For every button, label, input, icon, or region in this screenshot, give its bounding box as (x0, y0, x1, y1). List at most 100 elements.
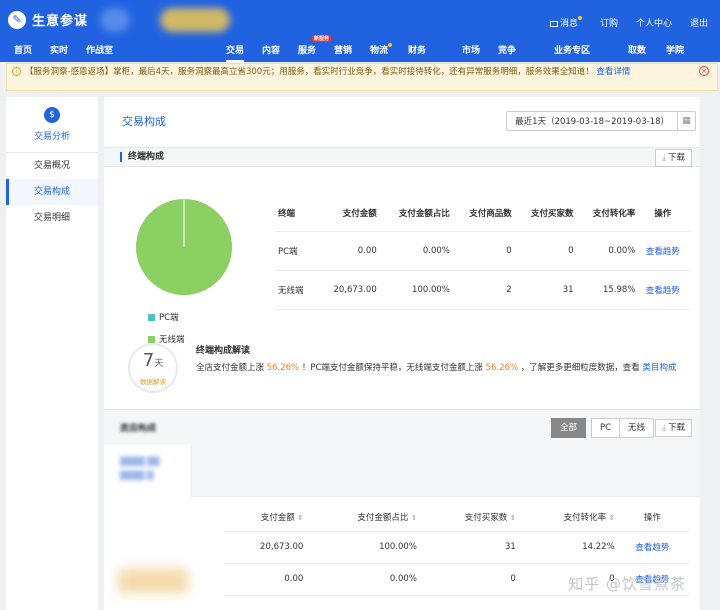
col-terminal: 终端 (276, 195, 318, 232)
close-icon[interactable]: × (699, 66, 709, 76)
sort-icon: ⇕ (608, 513, 615, 522)
sort-icon: ⇕ (509, 513, 516, 522)
col-conversion[interactable]: 支付转化率 ⇕ (521, 503, 621, 532)
col-pay-buyers: 支付买家数 (515, 195, 578, 232)
view-trend-link[interactable]: 查看趋势 (620, 531, 690, 564)
segment-all[interactable]: 全部 (550, 418, 586, 438)
cell-conversion: 0.00% (577, 231, 640, 271)
blurred-product-image (118, 569, 188, 593)
nav-trade[interactable]: 交易 (226, 43, 245, 62)
interpretation-title: 终端构成解读 (196, 346, 251, 356)
legend-pc-label: PC端 (159, 313, 179, 323)
cell-pay-amount: 20,673.00 (317, 270, 381, 310)
product-section-title: 类目构成 (120, 424, 157, 434)
top-bar: ✎ 生意参谋 消息 订购 个人中心 退出 首页 实时 作战室 交易 内容 服务新… (0, 0, 720, 62)
nav-logistics[interactable]: 物流 (370, 43, 393, 56)
legend-pc: PC端 (148, 311, 179, 323)
nav-academy[interactable]: 学院 (666, 43, 684, 56)
view-trend-link[interactable]: 查看趋势 (639, 270, 690, 310)
cell-terminal: 无线端 (276, 270, 318, 310)
date-range-text: 最近1天（2019-03-18~2019-03-18） (515, 117, 669, 127)
product-download-button[interactable]: ⤓ 下载 (655, 419, 692, 437)
interpretation-text: 全店支付金额上涨 56.26% ！PC端支付金额保持平稳，无线端支付金额上涨 5… (196, 363, 677, 373)
view-trend-link[interactable]: 查看趋势 (639, 231, 690, 271)
col-action: 操作 (639, 195, 690, 232)
logistics-dot (388, 43, 393, 47)
cell-pay-amount: 20,673.00 (224, 531, 310, 564)
col-action: 操作 (620, 503, 690, 532)
nav-battle-room[interactable]: 作战室 (86, 43, 113, 56)
col-conversion: 支付转化率 (577, 195, 640, 232)
pie-svg (136, 199, 232, 295)
nav-finance[interactable]: 财务 (408, 43, 426, 56)
terminal-download-button[interactable]: ⤓ 下载 (655, 149, 692, 167)
nav-content[interactable]: 内容 (262, 43, 280, 56)
download-icon: ⤓ (662, 423, 666, 433)
top-links: 消息 订购 个人中心 退出 (549, 16, 708, 29)
date-range-picker[interactable]: 最近1天（2019-03-18~2019-03-18） ▦ (506, 111, 696, 131)
terminal-table: 终端 支付金额 支付金额占比 支付商品数 支付买家数 支付转化率 操作 PC端 … (276, 195, 690, 310)
col-pay-items: 支付商品数 (453, 195, 516, 232)
personal-center-link[interactable]: 个人中心 (636, 16, 672, 29)
cell-pay-ratio: 0.00% (309, 563, 423, 596)
category-tab-strip (192, 445, 700, 497)
data-interpretation-badge: 7天 数据解读 (128, 343, 178, 393)
sidebar-item-details[interactable]: 交易明细 (6, 205, 98, 231)
col-pay-ratio: 支付金额占比 (380, 195, 454, 232)
product-section-header: 类目构成 全部 PC 无线 ⤓ 下载 (104, 409, 700, 445)
col-pay-ratio[interactable]: 支付金额占比 ⇕ (309, 503, 423, 532)
cell-pay-items: 0 (453, 231, 516, 271)
cell-conversion: 14.22% (521, 531, 621, 564)
notice-banner: i 【服务洞察-感恩返场】掌柜，最后4天，服务洞察最高立省300元；用服务，看实… (6, 63, 718, 91)
cell-pay-buyers: 31 (515, 270, 578, 310)
messages-link[interactable]: 消息 (549, 16, 582, 29)
nav-data-fetch[interactable]: 取数 (628, 43, 646, 56)
table-row: 20,673.00 100.00% 31 14.22% 查看趋势 (224, 531, 690, 564)
notice-detail-link[interactable]: 查看详情 (596, 67, 630, 77)
sort-icon: ⇕ (411, 513, 417, 522)
nav-competition[interactable]: 竞争 (498, 43, 516, 56)
notification-dot (577, 16, 582, 20)
cell-pay-buyers: 0 (515, 231, 578, 271)
download-icon: ⤓ (662, 153, 666, 163)
col-pay-amount[interactable]: 支付金额 ⇕ (224, 503, 310, 532)
nav-market[interactable]: 市场 (462, 43, 480, 56)
segment-wireless[interactable]: 无线 (618, 418, 654, 438)
cell-terminal: PC端 (276, 231, 318, 271)
legend-wireless-label: 无线端 (159, 335, 185, 345)
calendar-icon[interactable]: ▦ (677, 112, 695, 130)
page-title: 交易构成 (122, 115, 166, 128)
sidebar-item-composition[interactable]: 交易构成 (6, 179, 98, 205)
category-tab[interactable]: ████ ██ ████ █ (104, 445, 192, 497)
nav-marketing[interactable]: 营销 (334, 43, 352, 56)
nav-realtime[interactable]: 实时 (50, 43, 68, 56)
notice-text: 【服务洞察-感恩返场】掌柜，最后4天，服务洞察最高立省300元；用服务，看实时行… (25, 67, 594, 77)
legend-wireless-swatch (148, 336, 155, 343)
blurred-shop-name (160, 8, 230, 32)
app-title: 生意参谋 (32, 14, 89, 29)
col-pay-buyers[interactable]: 支付买家数 ⇕ (422, 503, 522, 532)
nav-business-zone[interactable]: 业务专区 (554, 43, 590, 56)
sidebar: $ 交易分析 交易概况 交易构成 交易明细 (6, 97, 98, 610)
app-logo[interactable]: ✎ 生意参谋 (8, 10, 88, 29)
subscribe-link[interactable]: 订购 (600, 16, 618, 29)
highlight-value: 56.26% (266, 363, 300, 373)
col-pay-amount: 支付金额 (317, 195, 381, 232)
sort-icon: ⇕ (297, 513, 304, 522)
nav-service[interactable]: 服务 新服务 (298, 35, 332, 56)
category-composition-link[interactable]: 类目构成 (642, 363, 676, 373)
sidebar-item-overview[interactable]: 交易概况 (6, 153, 98, 179)
cell-pay-amount: 0.00 (317, 231, 381, 271)
logout-link[interactable]: 退出 (690, 16, 708, 29)
logo-icon: ✎ (8, 10, 26, 29)
highlight-value: 56.26% (485, 363, 519, 373)
terminal-table-header: 终端 支付金额 支付金额占比 支付商品数 支付买家数 支付转化率 操作 (276, 195, 690, 232)
product-table-header: 支付金额 ⇕ 支付金额占比 ⇕ 支付买家数 ⇕ 支付转化率 ⇕ 操作 (224, 503, 690, 532)
table-row: 无线端 20,673.00 100.00% 2 31 15.98% 查看趋势 (276, 270, 690, 310)
nav-home[interactable]: 首页 (14, 43, 32, 56)
cell-pay-buyers: 0 (422, 563, 522, 596)
cell-pay-items: 2 (453, 270, 516, 310)
segment-pc[interactable]: PC (590, 418, 620, 438)
terminal-section-title: 终端构成 (120, 152, 164, 162)
legend-pc-swatch (148, 314, 155, 321)
